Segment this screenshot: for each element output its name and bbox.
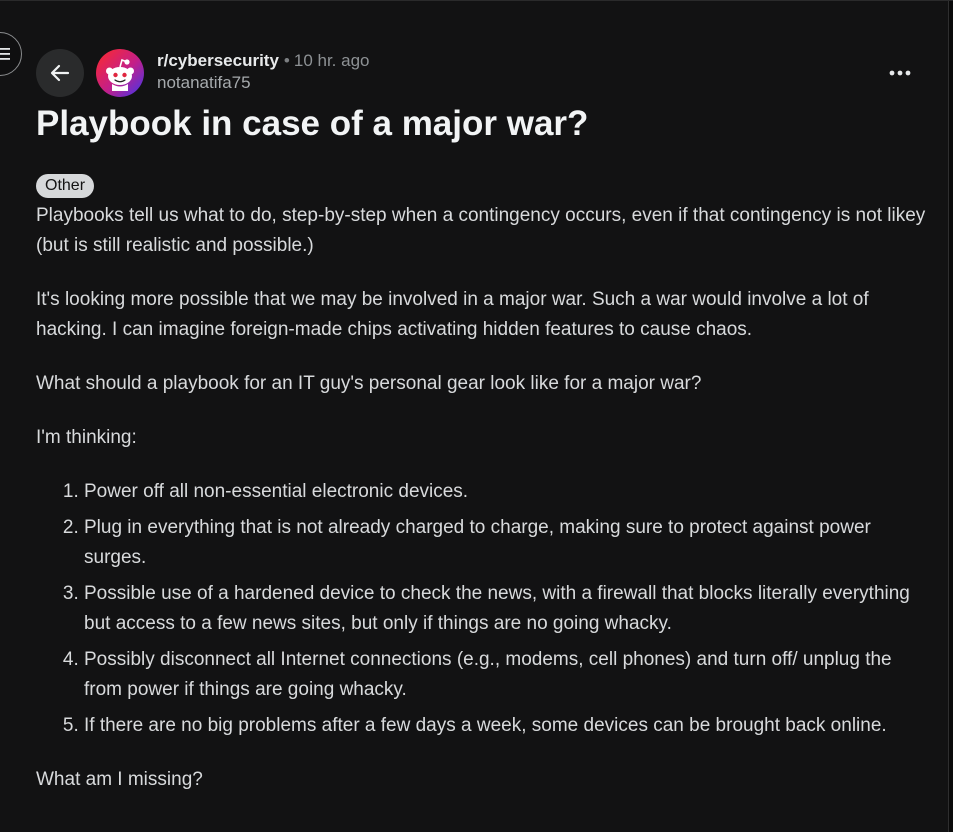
list-item: Power off all non-essential electronic d…: [84, 477, 926, 507]
more-options-button[interactable]: [880, 59, 920, 87]
post-meta: r/cybersecurity • 10 hr. ago notanatifa75: [157, 50, 369, 93]
subreddit-avatar[interactable]: [96, 49, 144, 97]
body-paragraph: It's looking more possible that we may b…: [36, 289, 869, 340]
menu-button[interactable]: [0, 32, 22, 76]
body-list: Power off all non-essential electronic d…: [36, 477, 926, 741]
body-paragraph: Playbooks tell us what to do, step-by-st…: [36, 205, 926, 256]
body-paragraph: What should a playbook for an IT guy's p…: [36, 373, 702, 394]
author-link[interactable]: notanatifa75: [157, 72, 369, 93]
reddit-snoo-icon: [106, 58, 134, 91]
subreddit-link[interactable]: r/cybersecurity: [157, 51, 279, 70]
post-flair[interactable]: Other: [36, 174, 95, 198]
post-title: Playbook in case of a major war?: [36, 104, 589, 143]
arrow-left-icon: [50, 64, 70, 82]
meta-separator: •: [283, 51, 290, 70]
hamburger-icon: [0, 48, 10, 60]
scrollbar-track[interactable]: [948, 1, 953, 832]
more-horizontal-icon: [889, 70, 911, 76]
post-page: r/cybersecurity • 10 hr. ago notanatifa75 …: [0, 0, 953, 832]
list-item: Plug in everything that is not already c…: [84, 513, 926, 573]
back-button[interactable]: [36, 49, 84, 97]
post-time: 10 hr. ago: [293, 51, 370, 70]
post-body: Playbooks tell us what to do, step-by-st…: [36, 201, 926, 819]
body-closing: What am I missing?: [36, 769, 203, 790]
list-item: Possibly disconnect all Internet connect…: [84, 645, 926, 705]
body-paragraph: I'm thinking:: [36, 427, 137, 448]
list-item: If there are no big problems after a few…: [84, 711, 926, 741]
list-item: Possible use of a hardened device to che…: [84, 579, 926, 639]
